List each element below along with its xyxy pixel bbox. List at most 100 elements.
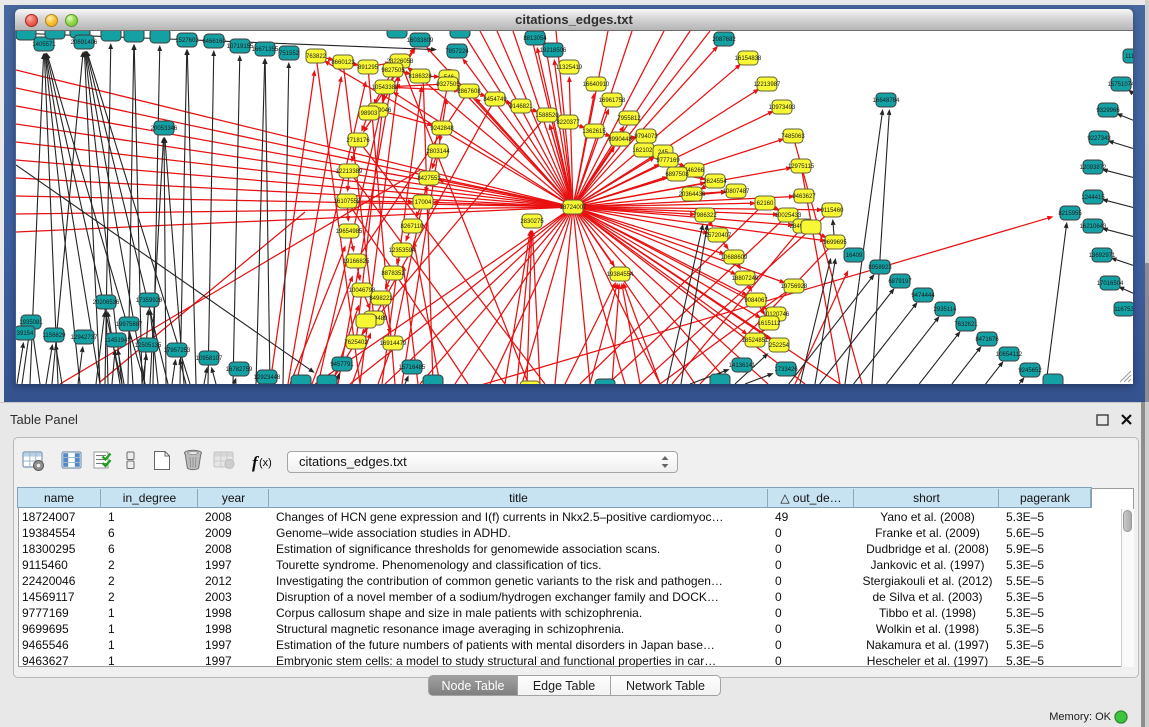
svg-text:16409: 16409 — [846, 253, 863, 259]
svg-text:2087682: 2087682 — [712, 37, 736, 43]
svg-text:8498222: 8498222 — [369, 296, 393, 302]
svg-text:12923448: 12923448 — [254, 375, 281, 381]
svg-text:9227343: 9227343 — [1087, 136, 1111, 142]
svg-text:9327505: 9327505 — [436, 82, 460, 88]
svg-text:1588520: 1588520 — [535, 113, 559, 119]
svg-text:2830275: 2830275 — [520, 219, 544, 225]
svg-text:1145194: 1145194 — [105, 338, 129, 344]
svg-text:16914479: 16914479 — [380, 341, 407, 347]
svg-text:7625402: 7625402 — [344, 340, 368, 346]
svg-text:18524851: 18524851 — [742, 338, 769, 344]
svg-text:14136141: 14136141 — [729, 363, 756, 369]
svg-text:18724007: 18724007 — [560, 205, 587, 211]
svg-text:20206536: 20206536 — [93, 300, 120, 306]
svg-text:9474444: 9474444 — [911, 293, 935, 299]
svg-text:2935114: 2935114 — [934, 307, 958, 313]
svg-text:3624554: 3624554 — [703, 179, 727, 185]
svg-text:8990448: 8990448 — [608, 137, 632, 143]
svg-text:1244415: 1244415 — [1081, 195, 1105, 201]
svg-text:6897508: 6897508 — [665, 172, 689, 178]
svg-text:1527602: 1527602 — [175, 38, 199, 44]
svg-text:20691406: 20691406 — [71, 40, 98, 46]
svg-text:10688609: 10688609 — [721, 255, 748, 261]
svg-text:17004: 17004 — [415, 200, 432, 206]
svg-text:12942737: 12942737 — [71, 335, 98, 341]
svg-text:8660123: 8660123 — [331, 60, 355, 66]
svg-text:10025433: 10025433 — [775, 213, 802, 219]
svg-text:20364436: 20364436 — [679, 192, 706, 198]
svg-text:9245652: 9245652 — [1018, 368, 1042, 374]
svg-text:17016504: 17016504 — [1097, 281, 1124, 287]
svg-text:9115460: 9115460 — [821, 208, 845, 214]
svg-text:7857224: 7857224 — [445, 49, 469, 55]
svg-text:12213987: 12213987 — [754, 82, 781, 88]
svg-text:16640910: 16640910 — [583, 82, 610, 88]
svg-text:8471676: 8471676 — [975, 337, 999, 343]
svg-text:12505135: 12505135 — [135, 343, 162, 349]
svg-text:9794073: 9794073 — [634, 134, 658, 140]
svg-text:7632621: 7632621 — [954, 322, 978, 328]
svg-text:19384554: 19384554 — [607, 272, 634, 278]
svg-text:19975887: 19975887 — [116, 322, 143, 328]
svg-text:9146821: 9146821 — [509, 104, 533, 110]
svg-text:9457791: 9457791 — [330, 362, 354, 368]
svg-text:9699695: 9699695 — [823, 240, 847, 246]
svg-text:18807249: 18807249 — [732, 276, 759, 282]
svg-text:751552: 751552 — [279, 51, 300, 57]
svg-text:8267110: 8267110 — [401, 224, 425, 230]
svg-text:19756928: 19756928 — [781, 284, 808, 290]
svg-text:252254: 252254 — [769, 343, 790, 349]
svg-text:16782759: 16782759 — [226, 367, 253, 373]
svg-text:8427552: 8427552 — [417, 176, 441, 182]
svg-text:17359928: 17359928 — [136, 298, 163, 304]
svg-text:2867608: 2867608 — [457, 89, 481, 95]
svg-text:116753: 116753 — [1114, 307, 1133, 313]
svg-text:19654985: 19654985 — [336, 229, 363, 235]
svg-text:8813054: 8813054 — [523, 36, 547, 42]
svg-text:2718176: 2718176 — [346, 138, 370, 144]
svg-text:7986322: 7986322 — [693, 213, 717, 219]
svg-text:98903: 98903 — [361, 111, 378, 117]
svg-text:13692971: 13692971 — [1089, 253, 1116, 259]
svg-text:1405571: 1405571 — [32, 42, 56, 48]
svg-text:7485063: 7485063 — [781, 134, 805, 140]
svg-text:8186328: 8186328 — [408, 74, 432, 80]
svg-text:8878352: 8878352 — [381, 271, 405, 277]
svg-text:1935081: 1935081 — [19, 320, 43, 326]
svg-text:1615112: 1615112 — [758, 321, 782, 327]
svg-text:9242848: 9242848 — [430, 126, 454, 132]
svg-text:9777169: 9777169 — [656, 158, 680, 164]
svg-text:10543382: 10543382 — [372, 85, 399, 91]
svg-text:8958923: 8958923 — [868, 265, 892, 271]
svg-text:8454749: 8454749 — [483, 97, 507, 103]
svg-text:1733426: 1733426 — [774, 367, 798, 373]
svg-text:12213389: 12213389 — [336, 169, 363, 175]
svg-text:16648784: 16648784 — [873, 98, 900, 104]
svg-text:62160: 62160 — [757, 201, 774, 207]
svg-text:16154838: 16154838 — [735, 56, 762, 62]
svg-text:9463627: 9463627 — [792, 194, 816, 200]
svg-text:16210643: 16210643 — [1080, 224, 1107, 230]
svg-text:891295: 891295 — [358, 65, 379, 71]
svg-text:9084067: 9084067 — [744, 298, 768, 304]
svg-text:7955812: 7955812 — [617, 116, 641, 122]
svg-text:6879197: 6879197 — [888, 279, 912, 285]
svg-text:19218506: 19218506 — [540, 48, 567, 54]
svg-text:17957253: 17957253 — [164, 348, 191, 354]
svg-text:10958107: 10958107 — [196, 356, 223, 362]
svg-text:10719155: 10719155 — [227, 44, 254, 50]
svg-text:10654112: 10654112 — [996, 352, 1023, 358]
svg-text:19166825: 19166825 — [343, 259, 370, 265]
svg-text:9827505: 9827505 — [381, 68, 405, 74]
svg-text:15716485: 15716485 — [399, 365, 426, 371]
svg-text:8215955: 8215955 — [1058, 211, 1082, 217]
svg-text:15720407: 15720407 — [705, 233, 732, 239]
svg-text:1362615: 1362615 — [582, 129, 606, 135]
svg-text:10807487: 10807487 — [723, 189, 750, 195]
svg-text:763822: 763822 — [306, 54, 327, 60]
svg-text:10973493: 10973493 — [769, 105, 796, 111]
svg-text:11172: 11172 — [1125, 54, 1133, 60]
svg-text:12093872: 12093872 — [1080, 165, 1107, 171]
svg-text:9329966: 9329966 — [1096, 108, 1120, 114]
svg-text:12975115: 12975115 — [788, 164, 815, 170]
